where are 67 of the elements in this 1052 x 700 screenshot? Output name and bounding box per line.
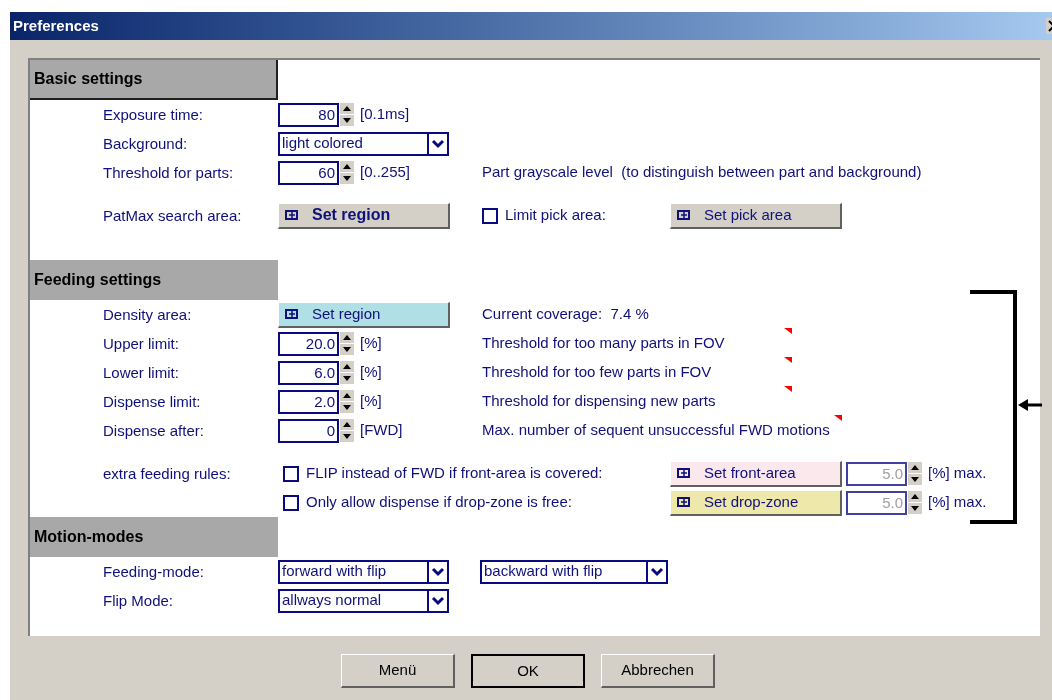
dropdown[interactable]: light colored bbox=[278, 131, 449, 156]
field-label: Background: bbox=[103, 134, 188, 152]
number-field[interactable]: 20.0 bbox=[278, 331, 339, 356]
field-label: Dispense after: bbox=[103, 421, 204, 439]
unit-label: [%] bbox=[360, 391, 382, 412]
field-label: Threshold for parts: bbox=[103, 163, 234, 181]
region-button[interactable]: Set region bbox=[278, 202, 450, 229]
dialog-button[interactable]: Menü bbox=[341, 654, 455, 688]
spinner[interactable] bbox=[340, 389, 354, 414]
unit-label: [%] max. bbox=[928, 492, 987, 513]
unit-label: [0..255] bbox=[360, 162, 411, 183]
section-header: Basic settings bbox=[30, 60, 278, 100]
number-field[interactable]: 80 bbox=[278, 102, 339, 127]
checkbox-label: FLIP instead of FWD if front-area is covered: bbox=[306, 463, 603, 484]
spinner[interactable] bbox=[340, 360, 354, 385]
unit-label: [%] bbox=[360, 362, 382, 383]
field-label: Density area: bbox=[103, 305, 192, 323]
dropdown[interactable]: allways normal bbox=[278, 588, 449, 613]
unit-label: [%] bbox=[360, 333, 382, 354]
chevron-down-icon bbox=[427, 133, 447, 154]
number-field[interactable]: 60 bbox=[278, 160, 339, 185]
hint-text: Threshold for too few parts in FOV bbox=[482, 362, 713, 383]
spinner[interactable] bbox=[340, 418, 354, 443]
plus-square-icon bbox=[285, 210, 298, 220]
dialog-button[interactable]: Abbrechen bbox=[601, 654, 715, 688]
spinner[interactable] bbox=[908, 461, 922, 486]
plus-square-icon bbox=[285, 309, 298, 319]
number-field[interactable]: 2.0 bbox=[278, 389, 339, 414]
region-button[interactable]: Set pick area bbox=[670, 202, 842, 229]
unit-label: [0.1ms] bbox=[360, 104, 410, 125]
field-label: Feeding-mode: bbox=[103, 562, 204, 580]
hint-text: Part grayscale level (to distinguish between part and background) bbox=[482, 162, 922, 183]
spinner[interactable] bbox=[340, 102, 354, 127]
field-label: Flip Mode: bbox=[103, 591, 174, 609]
window-title: Preferences bbox=[13, 15, 99, 36]
field-label: Dispense limit: bbox=[103, 392, 201, 410]
dropdown[interactable]: backward with flip bbox=[480, 559, 668, 584]
spinner[interactable] bbox=[340, 160, 354, 185]
chevron-down-icon bbox=[427, 590, 447, 611]
plus-square-icon bbox=[677, 497, 690, 507]
checkbox[interactable] bbox=[482, 207, 498, 224]
chevron-down-icon bbox=[427, 561, 447, 582]
field-label: Exposure time: bbox=[103, 105, 204, 123]
plus-square-icon bbox=[677, 210, 690, 220]
dropdown[interactable]: forward with flip bbox=[278, 559, 449, 584]
section-header: Motion-modes bbox=[30, 517, 278, 557]
hint-text: Threshold for dispensing new parts bbox=[482, 391, 717, 412]
checkbox-label: Only allow dispense if drop-zone is free: bbox=[306, 492, 572, 513]
number-field[interactable]: 6.0 bbox=[278, 360, 339, 385]
hint-text: Max. number of sequent unsuccessful FWD motions bbox=[482, 420, 830, 441]
field-label: Upper limit: bbox=[103, 334, 179, 352]
spinner[interactable] bbox=[908, 490, 922, 515]
chevron-down-icon bbox=[646, 561, 666, 582]
unit-label: [FWD] bbox=[360, 420, 403, 441]
field-label: Lower limit: bbox=[103, 363, 179, 381]
dialog-button[interactable]: OK bbox=[471, 654, 585, 688]
region-button[interactable]: Set region bbox=[278, 301, 450, 328]
number-field[interactable]: 0 bbox=[278, 418, 339, 443]
spinner[interactable] bbox=[340, 331, 354, 356]
unit-label: [%] max. bbox=[928, 463, 987, 484]
field-label: PatMax search area: bbox=[103, 206, 242, 224]
checkbox-label: Limit pick area: bbox=[505, 205, 606, 226]
section-header: Feeding settings bbox=[30, 260, 278, 300]
hint-text: Threshold for too many parts in FOV bbox=[482, 333, 726, 354]
field-label: extra feeding rules: bbox=[103, 464, 231, 482]
hint-text: Current coverage: 7.4 % bbox=[482, 304, 649, 325]
plus-square-icon bbox=[677, 468, 690, 478]
